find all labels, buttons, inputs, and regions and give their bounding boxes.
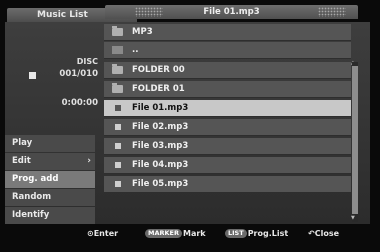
file-list: MP3 .. FOLDER 00 FOLDER 01 File 01.mp3 F… bbox=[104, 24, 351, 219]
folder-icon bbox=[112, 83, 123, 93]
music-file-icon bbox=[115, 105, 121, 111]
list-item-root[interactable]: MP3 bbox=[104, 24, 351, 41]
chevron-right-icon: › bbox=[87, 156, 91, 166]
menu-item-label: Random bbox=[12, 192, 52, 202]
disc-count: 001/010 bbox=[59, 69, 98, 79]
mark-hint-label: Mark bbox=[183, 229, 206, 238]
parent-folder-icon bbox=[112, 46, 123, 54]
mark-hint: MARKER Mark bbox=[145, 228, 206, 240]
scroll-thumb[interactable] bbox=[352, 66, 358, 214]
dots-pattern-icon bbox=[135, 7, 163, 17]
list-item-folder[interactable]: FOLDER 00 bbox=[104, 62, 351, 79]
menu-item-label: Play bbox=[12, 138, 33, 148]
menu-item-label: Prog. add bbox=[12, 174, 59, 184]
elapsed-time: 0:00:00 bbox=[61, 98, 98, 108]
current-file-header: File 01.mp3 bbox=[105, 5, 358, 19]
menu-item-play[interactable]: Play bbox=[5, 135, 95, 152]
scroll-down-icon[interactable]: ▼ bbox=[351, 215, 355, 221]
list-item-file[interactable]: File 02.mp3 bbox=[104, 119, 351, 136]
return-icon: ↶ bbox=[308, 229, 315, 238]
music-file-icon bbox=[115, 181, 121, 187]
disc-icon bbox=[29, 72, 36, 79]
proglist-hint-label: Prog.List bbox=[247, 229, 289, 238]
scrollbar[interactable] bbox=[352, 62, 358, 222]
key-hints-bar: ⊙Enter MARKER Mark LIST Prog.List ↶Close bbox=[0, 228, 380, 242]
list-item-file[interactable]: File 04.mp3 bbox=[104, 157, 351, 174]
main-panel: DISC 001/010 0:00:00 Play Edit › Prog. ad… bbox=[5, 5, 370, 225]
list-item-label: MP3 bbox=[132, 27, 153, 37]
disc-info: DISC 001/010 0:00:00 bbox=[13, 22, 98, 122]
menu-item-edit[interactable]: Edit › bbox=[5, 153, 95, 170]
folder-icon bbox=[112, 26, 123, 36]
list-item-label: File 01.mp3 bbox=[132, 103, 189, 113]
menu-item-identify[interactable]: Identify bbox=[5, 207, 95, 224]
proglist-hint: LIST Prog.List bbox=[225, 228, 288, 240]
music-file-icon bbox=[115, 143, 121, 149]
current-file-label: File 01.mp3 bbox=[203, 7, 260, 17]
list-item-file[interactable]: File 03.mp3 bbox=[104, 138, 351, 155]
list-item-up[interactable]: .. bbox=[104, 42, 351, 59]
menu-item-label: Identify bbox=[12, 210, 50, 220]
close-hint-label: Close bbox=[314, 229, 339, 238]
list-item-label: .. bbox=[132, 45, 139, 55]
options-menu: Play Edit › Prog. add Random Identify bbox=[5, 135, 95, 225]
disc-label: DISC bbox=[76, 57, 98, 66]
menu-item-label: Edit bbox=[12, 156, 31, 166]
list-item-label: File 04.mp3 bbox=[132, 160, 189, 170]
enter-button-icon: ⊙ bbox=[87, 229, 94, 238]
enter-hint: ⊙Enter bbox=[87, 228, 118, 240]
close-hint: ↶Close bbox=[308, 228, 339, 240]
list-item-file[interactable]: File 05.mp3 bbox=[104, 176, 351, 193]
list-item-file-selected[interactable]: File 01.mp3 bbox=[104, 100, 351, 117]
folder-icon bbox=[112, 64, 123, 74]
list-item-label: FOLDER 01 bbox=[132, 84, 185, 94]
music-file-icon bbox=[115, 162, 121, 168]
dots-pattern-icon bbox=[318, 7, 346, 17]
list-item-folder[interactable]: FOLDER 01 bbox=[104, 81, 351, 98]
marker-key-badge: MARKER bbox=[145, 229, 182, 238]
list-key-badge: LIST bbox=[225, 229, 247, 238]
enter-hint-label: Enter bbox=[93, 229, 119, 238]
menu-item-prog-add[interactable]: Prog. add bbox=[5, 171, 95, 188]
music-file-icon bbox=[115, 124, 121, 130]
list-item-label: File 02.mp3 bbox=[132, 122, 189, 132]
list-item-label: File 05.mp3 bbox=[132, 179, 189, 189]
menu-item-random[interactable]: Random bbox=[5, 189, 95, 206]
list-item-label: File 03.mp3 bbox=[132, 141, 189, 151]
music-list-screen: Music List DISC 001/010 0:00:00 Play Edi… bbox=[0, 0, 380, 252]
list-item-label: FOLDER 00 bbox=[132, 65, 185, 75]
